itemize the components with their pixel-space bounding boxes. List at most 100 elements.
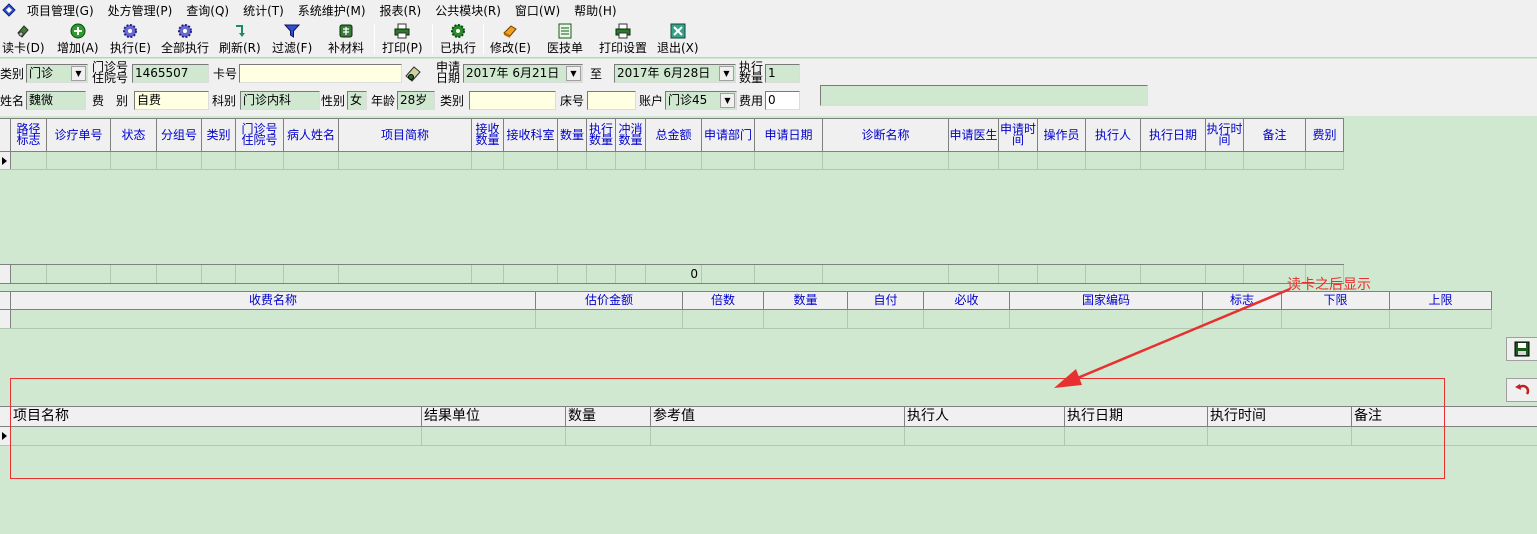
execute-button[interactable]: 执行(E) <box>110 22 151 56</box>
chevron-down-icon[interactable]: ▼ <box>71 66 86 81</box>
save-button[interactable] <box>1506 337 1537 361</box>
menu-item-project[interactable]: 项目管理(G) <box>20 2 101 19</box>
toolbar: 读卡(D) 增加(A) 执行(E) 全部执行 刷新(R) 过滤(F) 补材料 打… <box>0 20 1537 58</box>
menu-item-window[interactable]: 窗口(W) <box>508 2 567 19</box>
menu-item-prescription[interactable]: 处方管理(P) <box>101 2 180 19</box>
print-button[interactable]: 打印(P) <box>382 22 423 56</box>
col-remarks[interactable]: 备注 <box>1244 119 1306 151</box>
fee-type-input[interactable]: 自费 <box>134 91 209 110</box>
refresh-button[interactable]: 刷新(R) <box>219 22 261 56</box>
card-reader-icon <box>17 24 29 38</box>
col-mandatory[interactable]: 必收 <box>924 292 1010 309</box>
apply-date-label-2: 日期 <box>436 71 461 85</box>
annotation-highlight-box <box>10 378 1445 479</box>
category-select-value: 门诊 <box>29 66 54 80</box>
edit-button[interactable]: 修改(E) <box>490 22 531 56</box>
exit-button[interactable]: 退出(X) <box>657 22 699 56</box>
menu-item-system[interactable]: 系统维护(M) <box>291 2 373 19</box>
toolbar-separator <box>432 24 433 54</box>
col-group-no[interactable]: 分组号 <box>157 119 202 151</box>
col-received-qty[interactable]: 接收数量 <box>472 119 504 151</box>
refresh-label: 刷新(R) <box>219 41 261 55</box>
col-apply-time[interactable]: 申请时间 <box>999 119 1038 151</box>
col-executed-qty[interactable]: 执行数量 <box>587 119 616 151</box>
charge-input[interactable]: 0 <box>765 91 800 110</box>
col-estimated-amount[interactable]: 估价金额 <box>536 292 683 309</box>
category-select[interactable]: 门诊 ▼ <box>26 64 88 83</box>
col-lower-limit[interactable]: 下限 <box>1282 292 1390 309</box>
card-reader-icon[interactable] <box>403 63 423 86</box>
read-card-button[interactable]: 读卡(D) <box>2 22 45 56</box>
exec-qty-input[interactable]: 1 <box>765 64 800 83</box>
charge-label: 费用 <box>739 94 764 108</box>
col-total-amount[interactable]: 总金额 <box>646 119 702 151</box>
save-icon <box>1514 341 1530 357</box>
chevron-down-icon[interactable]: ▼ <box>720 93 735 108</box>
to-label: 至 <box>590 67 603 81</box>
col-receiving-dept[interactable]: 接收科室 <box>504 119 558 151</box>
col-diagnosis-name[interactable]: 诊断名称 <box>823 119 949 151</box>
age-input[interactable]: 28岁 <box>397 91 435 110</box>
col-path-flag[interactable]: 路径标志 <box>11 119 47 151</box>
card-no-input[interactable] <box>239 64 402 83</box>
read-card-label: 读卡(D) <box>2 41 45 55</box>
col-executor[interactable]: 执行人 <box>1086 119 1141 151</box>
card-no-label: 卡号 <box>213 67 238 81</box>
menu-item-statistics[interactable]: 统计(T) <box>236 2 291 19</box>
date-to-picker[interactable]: 2017年 6月28日 ▼ <box>614 64 736 83</box>
col-charge-quantity[interactable]: 数量 <box>764 292 848 309</box>
col-self-pay[interactable]: 自付 <box>848 292 924 309</box>
annotation-arrow-icon <box>1054 287 1291 388</box>
chevron-down-icon[interactable]: ▼ <box>719 66 734 81</box>
col-apply-date[interactable]: 申请日期 <box>755 119 823 151</box>
col-charge-name[interactable]: 收费名称 <box>11 292 536 309</box>
app-diamond-icon <box>2 3 16 17</box>
menu-item-query[interactable]: 查询(Q) <box>179 2 236 19</box>
col-status[interactable]: 状态 <box>111 119 157 151</box>
menu-item-help[interactable]: 帮助(H) <box>567 2 623 19</box>
printer-icon <box>394 23 410 38</box>
chevron-down-icon[interactable]: ▼ <box>566 66 581 81</box>
col-operator[interactable]: 操作员 <box>1038 119 1086 151</box>
col-applying-dept[interactable]: 申请部门 <box>702 119 755 151</box>
col-patient-name[interactable]: 病人姓名 <box>284 119 339 151</box>
gender-input[interactable]: 女 <box>347 91 367 110</box>
row-indicator-footer <box>0 265 11 283</box>
add-button[interactable]: 增加(A) <box>57 22 99 56</box>
undo-button[interactable] <box>1506 378 1537 402</box>
patient-name-input[interactable]: 魏微 <box>26 91 86 110</box>
col-order-no[interactable]: 诊疗单号 <box>47 119 111 151</box>
medical-tech-form-button[interactable]: 医技单 <box>547 22 583 56</box>
col-multiplier[interactable]: 倍数 <box>683 292 764 309</box>
row-indicator-header <box>0 119 11 151</box>
col-outpatient-no[interactable]: 门诊号住院号 <box>236 119 284 151</box>
total-amount-value: 0 <box>646 265 702 283</box>
bed-no-input[interactable] <box>587 91 636 110</box>
col-item-short-name[interactable]: 项目简称 <box>339 119 472 151</box>
toolbar-separator <box>483 24 484 54</box>
menu-item-public[interactable]: 公共模块(R) <box>428 2 508 19</box>
executed-button[interactable]: 已执行 <box>440 22 476 56</box>
execute-all-button[interactable]: 全部执行 <box>161 22 209 56</box>
print-settings-button[interactable]: 打印设置 <box>599 22 647 56</box>
col-upper-limit[interactable]: 上限 <box>1390 292 1492 309</box>
col-fee-type[interactable]: 费别 <box>1306 119 1344 151</box>
account-select[interactable]: 门诊45 ▼ <box>665 91 737 110</box>
department-input[interactable]: 门诊内科 <box>240 91 320 110</box>
col-execute-time[interactable]: 执行时间 <box>1206 119 1244 151</box>
execute-all-gear-icon <box>178 23 192 38</box>
col-quantity[interactable]: 数量 <box>558 119 587 151</box>
col-applying-doctor[interactable]: 申请医生 <box>949 119 999 151</box>
execute-all-label: 全部执行 <box>161 41 210 55</box>
col-reversed-qty[interactable]: 冲消数量 <box>616 119 646 151</box>
menu-item-reports[interactable]: 报表(R) <box>373 2 429 19</box>
filter-button[interactable]: 过滤(F) <box>272 22 312 56</box>
executed-label: 已执行 <box>440 41 477 55</box>
date-from-picker[interactable]: 2017年 6月21日 ▼ <box>463 64 583 83</box>
col-category[interactable]: 类别 <box>202 119 236 151</box>
outpatient-no-input[interactable]: 1465507 <box>132 64 209 83</box>
orders-grid-row[interactable] <box>0 152 1344 170</box>
supplement-material-button[interactable]: 补材料 <box>328 22 364 56</box>
col-execute-date[interactable]: 执行日期 <box>1141 119 1206 151</box>
category2-input[interactable] <box>469 91 556 110</box>
